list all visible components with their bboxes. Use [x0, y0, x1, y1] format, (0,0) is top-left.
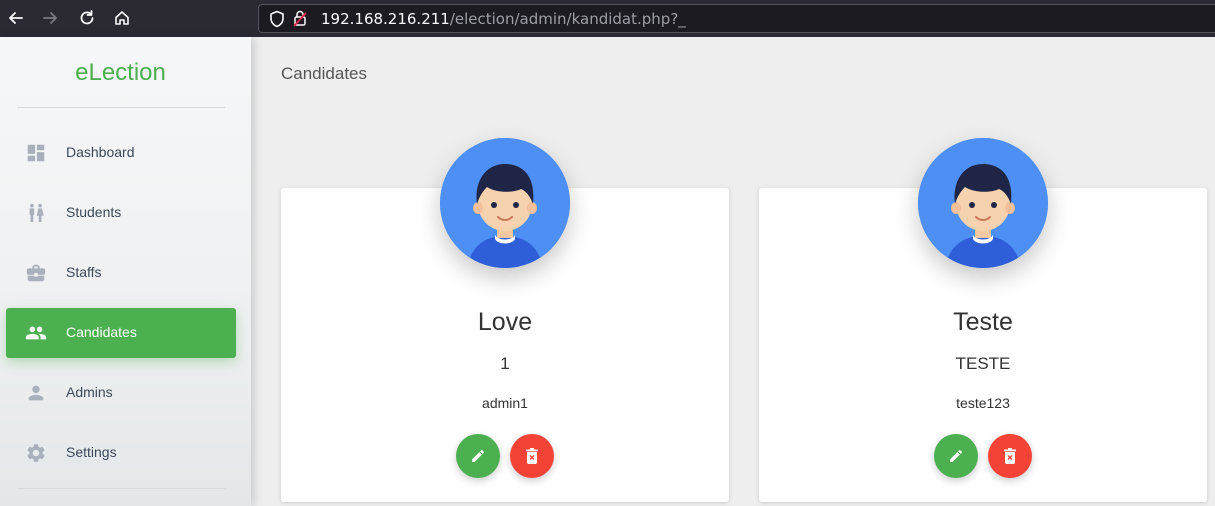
- briefcase-icon: [24, 261, 48, 285]
- pencil-icon: [950, 449, 963, 462]
- candidate-name: Teste: [953, 308, 1013, 336]
- edit-button[interactable]: [934, 434, 978, 478]
- trash-icon: [526, 448, 538, 464]
- candidate-avatar: [918, 138, 1048, 268]
- trash-icon: [1004, 448, 1016, 464]
- address-bar[interactable]: 192.168.216.211/election/admin/kandidat.…: [258, 4, 1215, 33]
- home-icon: [115, 11, 129, 25]
- sidebar-item-settings[interactable]: Settings: [6, 428, 236, 478]
- sidebar-item-staffs[interactable]: Staffs: [6, 248, 236, 298]
- gear-icon: [24, 441, 48, 465]
- avatar-person-icon: [918, 138, 1048, 268]
- browser-toolbar: 192.168.216.211/election/admin/kandidat.…: [0, 0, 1215, 37]
- delete-button[interactable]: [988, 434, 1032, 478]
- url-path: /election/admin/kandidat.php?_: [449, 10, 686, 28]
- sidebar-item-label: Staffs: [66, 264, 102, 280]
- sidebar-item-label: Students: [66, 204, 122, 220]
- reload-button[interactable]: [75, 6, 99, 30]
- candidate-number: 1: [500, 354, 510, 373]
- arrow-left-icon: [9, 12, 23, 24]
- candidate-username: admin1: [482, 395, 528, 411]
- sidebar-item-label: Candidates: [66, 324, 137, 340]
- forward-button[interactable]: [38, 6, 62, 30]
- url-text: 192.168.216.211/election/admin/kandidat.…: [321, 10, 686, 28]
- sidebar-divider-top: [17, 107, 225, 108]
- arrow-right-icon: [43, 12, 57, 24]
- delete-button[interactable]: [510, 434, 554, 478]
- home-button[interactable]: [110, 6, 134, 30]
- insecure-lock-icon[interactable]: [292, 9, 308, 34]
- students-icon: [24, 201, 48, 225]
- sidebar-item-admins[interactable]: Admins: [6, 368, 236, 418]
- candidate-name: Love: [477, 308, 533, 336]
- dashboard-icon: [24, 141, 48, 165]
- avatar-person-icon: [440, 138, 570, 268]
- sidebar-item-label: Admins: [66, 384, 113, 400]
- sidebar-item-label: Dashboard: [66, 144, 135, 160]
- page-title: Candidates: [281, 64, 368, 83]
- back-button[interactable]: [4, 6, 28, 30]
- url-host: 192.168.216.211: [321, 10, 450, 28]
- person-icon: [24, 381, 48, 405]
- sidebar-item-candidates[interactable]: Candidates: [6, 308, 236, 358]
- sidebar-item-dashboard[interactable]: Dashboard: [6, 128, 236, 178]
- candidate-number: TESTE: [955, 354, 1011, 373]
- people-icon: [24, 321, 48, 345]
- edit-button[interactable]: [456, 434, 500, 478]
- candidate-username: teste123: [956, 395, 1010, 411]
- sidebar-divider-bottom: [17, 488, 225, 489]
- reload-icon: [80, 10, 94, 25]
- sidebar-item-students[interactable]: Students: [6, 188, 236, 238]
- sidebar: eLection Dashboard Students Staffs Candi…: [0, 37, 251, 506]
- candidate-avatar: [440, 138, 570, 268]
- app-logo[interactable]: eLection: [0, 59, 241, 87]
- pencil-icon: [472, 449, 485, 462]
- sidebar-item-label: Settings: [66, 444, 117, 460]
- shield-icon[interactable]: [269, 10, 285, 33]
